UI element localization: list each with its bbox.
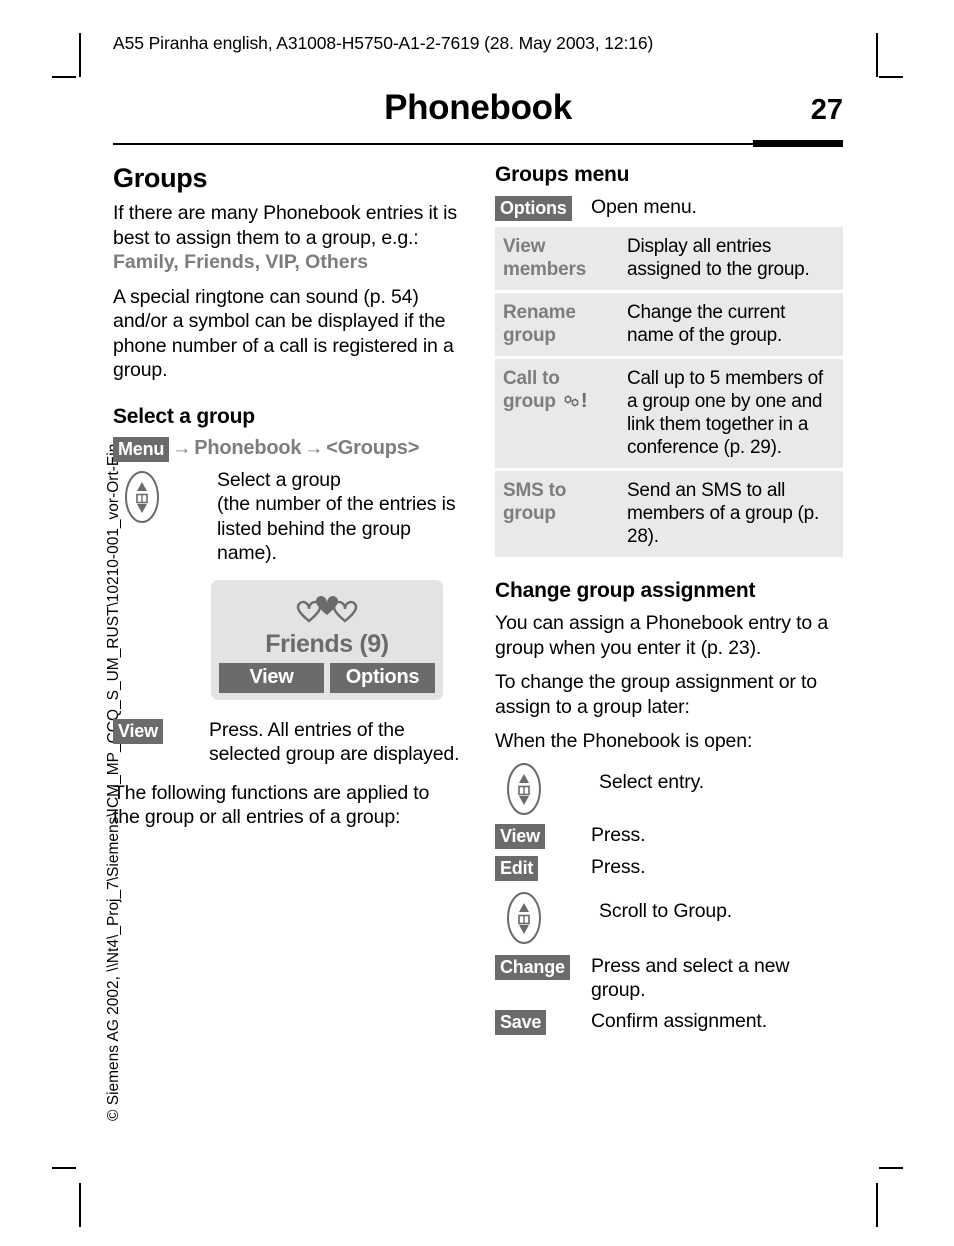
title-block: Phonebook 27 [113, 88, 843, 148]
crop-mark-top-right-horizontal [879, 76, 903, 78]
table-row: SMS to group Send an SMS to all members … [495, 469, 843, 557]
step-save: Save Confirm assignment. [495, 1009, 843, 1035]
step-key-cell [113, 468, 217, 525]
table-row: Call to group ! Call up to 5 members of … [495, 357, 843, 471]
page-title: Phonebook [384, 88, 572, 127]
crop-mark-bottom-right-horizontal [879, 1167, 903, 1169]
step-text-save: Confirm assignment. [591, 1009, 767, 1032]
step-text-select-a-group: Select a group (the number of the entrie… [217, 468, 456, 565]
navigation-key-icon[interactable] [503, 761, 545, 817]
step-edit: Edit Press. [495, 855, 843, 881]
step-text-view: Press. [591, 823, 646, 846]
left-column: Groups If there are many Phonebook entri… [113, 163, 461, 830]
arrow-icon-1: → [172, 437, 192, 459]
groups-menu-options-table: View members Display all entries assigne… [495, 227, 843, 557]
step-key-cell [495, 889, 599, 946]
navigation-key-icon[interactable] [503, 890, 545, 946]
option-name: SMS to group [503, 480, 567, 524]
option-description: Change the current name of the group. [619, 291, 843, 359]
step-view: View Press. [495, 823, 843, 849]
view-chip[interactable]: View [113, 718, 163, 744]
step-text-change: Press and select a new group. [591, 954, 790, 1002]
step-key-cell: View [495, 823, 591, 849]
closing-paragraph: The following functions are applied to t… [113, 781, 430, 829]
phone-display-mockup: Friends (9) View Options [211, 579, 443, 700]
hearts-group-icon [211, 593, 443, 627]
crop-mark-bottom-left-horizontal [52, 1167, 76, 1169]
change-paragraph-2: To change the group assignment or to ass… [495, 671, 817, 718]
exclamation-icon: ! [580, 390, 588, 412]
phone-mock-softkey-options[interactable]: Options [330, 662, 435, 693]
step-text-view: Press. All entries of the selected group… [209, 718, 460, 766]
step-scroll-to-group: Scroll to Group. [495, 889, 843, 946]
option-description: Send an SMS to all members of a group (p… [627, 480, 819, 547]
step-key-cell [495, 760, 599, 817]
phone-mock-softkey-view[interactable]: View [219, 662, 324, 693]
options-chip[interactable]: Options [495, 196, 572, 221]
navigation-path: Menu → Phonebook → <Groups> [113, 437, 461, 462]
step-text-select-entry: Select entry. [599, 770, 704, 793]
nav-path-groups[interactable]: <Groups> [326, 437, 419, 459]
subsection-title-select-a-group: Select a group [113, 404, 255, 428]
subsection-title-groups-menu: Groups menu [495, 163, 630, 186]
phone-mock-group-label: Friends (9) [265, 629, 389, 658]
title-rule-thick [753, 140, 843, 147]
crop-mark-top-right-vertical [876, 33, 878, 77]
step-options: Options Open menu. [495, 195, 843, 221]
view-chip[interactable]: View [495, 823, 545, 849]
step-key-cell: Save [495, 1009, 591, 1035]
right-column: Groups menu Options Open menu. View memb… [495, 163, 843, 1037]
crop-mark-top-left-vertical [79, 33, 81, 77]
group-names-list: Family, Friends, VIP, Others [113, 251, 369, 273]
groups-intro-paragraph: If there are many Phonebook entries it i… [113, 201, 461, 275]
ringtone-paragraph: A special ringtone can sound (p. 54) and… [113, 285, 454, 382]
step-select-entry: Select entry. [495, 760, 843, 817]
option-description: Call up to 5 members of a group one by o… [619, 357, 843, 471]
save-chip[interactable]: Save [495, 1009, 547, 1035]
step-text-options: Open menu. [591, 196, 697, 218]
edit-chip[interactable]: Edit [495, 855, 539, 881]
step-text-edit: Press. [591, 855, 646, 878]
change-paragraph-3: When the Phonebook is open: [495, 730, 753, 752]
crop-mark-bottom-left-vertical [79, 1183, 81, 1227]
crop-mark-bottom-right-vertical [876, 1183, 878, 1227]
section-title-groups: Groups [113, 163, 208, 193]
option-name: View members [495, 227, 619, 293]
option-name: Rename group [495, 291, 619, 359]
table-row: Rename group Change the current name of … [495, 291, 843, 359]
change-paragraph-1: You can assign a Phonebook entry to a gr… [495, 612, 829, 659]
step-text-scroll-to-group: Scroll to Group. [599, 899, 733, 922]
option-name-with-icon: Call to group ! [495, 357, 619, 471]
conference-call-icon [561, 392, 581, 415]
running-head: A55 Piranha english, A31008-H5750-A1-2-7… [113, 33, 654, 53]
change-chip[interactable]: Change [495, 954, 570, 980]
step-key-cell-options: Options [495, 195, 591, 221]
arrow-icon-2: → [304, 437, 324, 459]
step-key-cell: Edit [495, 855, 591, 881]
option-description: Display all entries assigned to the grou… [619, 227, 843, 293]
page-number: 27 [810, 94, 843, 126]
nav-path-phonebook[interactable]: Phonebook [194, 437, 301, 459]
title-rule [113, 143, 843, 145]
step-key-cell: Change [495, 954, 591, 980]
step-view: View Press. All entries of the selected … [113, 718, 461, 767]
subsection-title-change-group-assignment: Change group assignment [495, 579, 756, 602]
three-hearts-icon [296, 595, 358, 623]
phone-mock-softkey-bar: View Options [219, 662, 435, 693]
table-row: View members Display all entries assigne… [495, 227, 843, 293]
step-change: Change Press and select a new group. [495, 954, 843, 1003]
option-name: Call to group [503, 368, 560, 412]
groups-intro-text: If there are many Phonebook entries it i… [113, 202, 457, 249]
menu-chip[interactable]: Menu [113, 436, 170, 462]
navigation-key-icon[interactable] [121, 469, 163, 525]
step-select-a-group: Select a group (the number of the entrie… [113, 468, 461, 566]
step-key-cell-view: View [113, 718, 209, 744]
crop-mark-top-left-horizontal [52, 76, 76, 78]
